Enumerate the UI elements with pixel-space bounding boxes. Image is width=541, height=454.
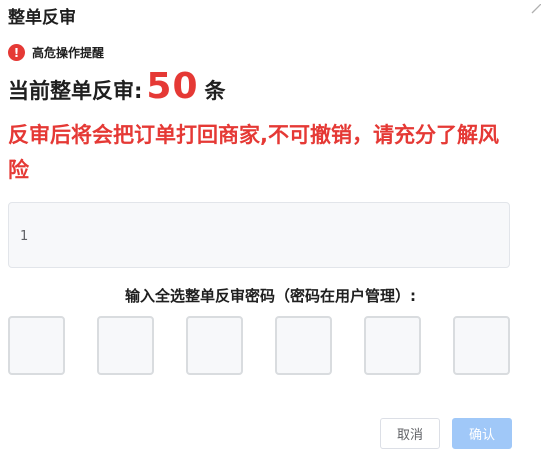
password-digit-4[interactable]: [275, 316, 332, 375]
confirm-button[interactable]: 确认: [452, 418, 512, 449]
dialog-title: 整单反审: [8, 8, 76, 28]
cancel-button[interactable]: 取消: [380, 418, 440, 449]
close-icon[interactable]: [527, 4, 541, 18]
warning-text: 反审后将会把订单打回商家,不可撤销，请充分了解风险: [8, 123, 499, 182]
count-row: 当前整单反审: 50 条: [8, 66, 226, 107]
password-digit-6[interactable]: [453, 316, 510, 375]
alert-text: 高危操作提醒: [32, 46, 105, 60]
alert-row: ! 高危操作提醒: [8, 44, 104, 61]
count-label: 当前整单反审:: [8, 79, 143, 103]
password-digit-1[interactable]: [8, 316, 65, 375]
count-unit: 条: [204, 79, 226, 103]
order-input[interactable]: 1: [8, 202, 510, 268]
count-value: 50: [146, 66, 199, 107]
password-digit-2[interactable]: [97, 316, 154, 375]
exclamation-circle-icon: !: [8, 44, 25, 61]
password-digit-5[interactable]: [364, 316, 421, 375]
password-label: 输入全选整单反审密码（密码在用户管理）:: [124, 287, 416, 305]
password-digit-3[interactable]: [186, 316, 243, 375]
